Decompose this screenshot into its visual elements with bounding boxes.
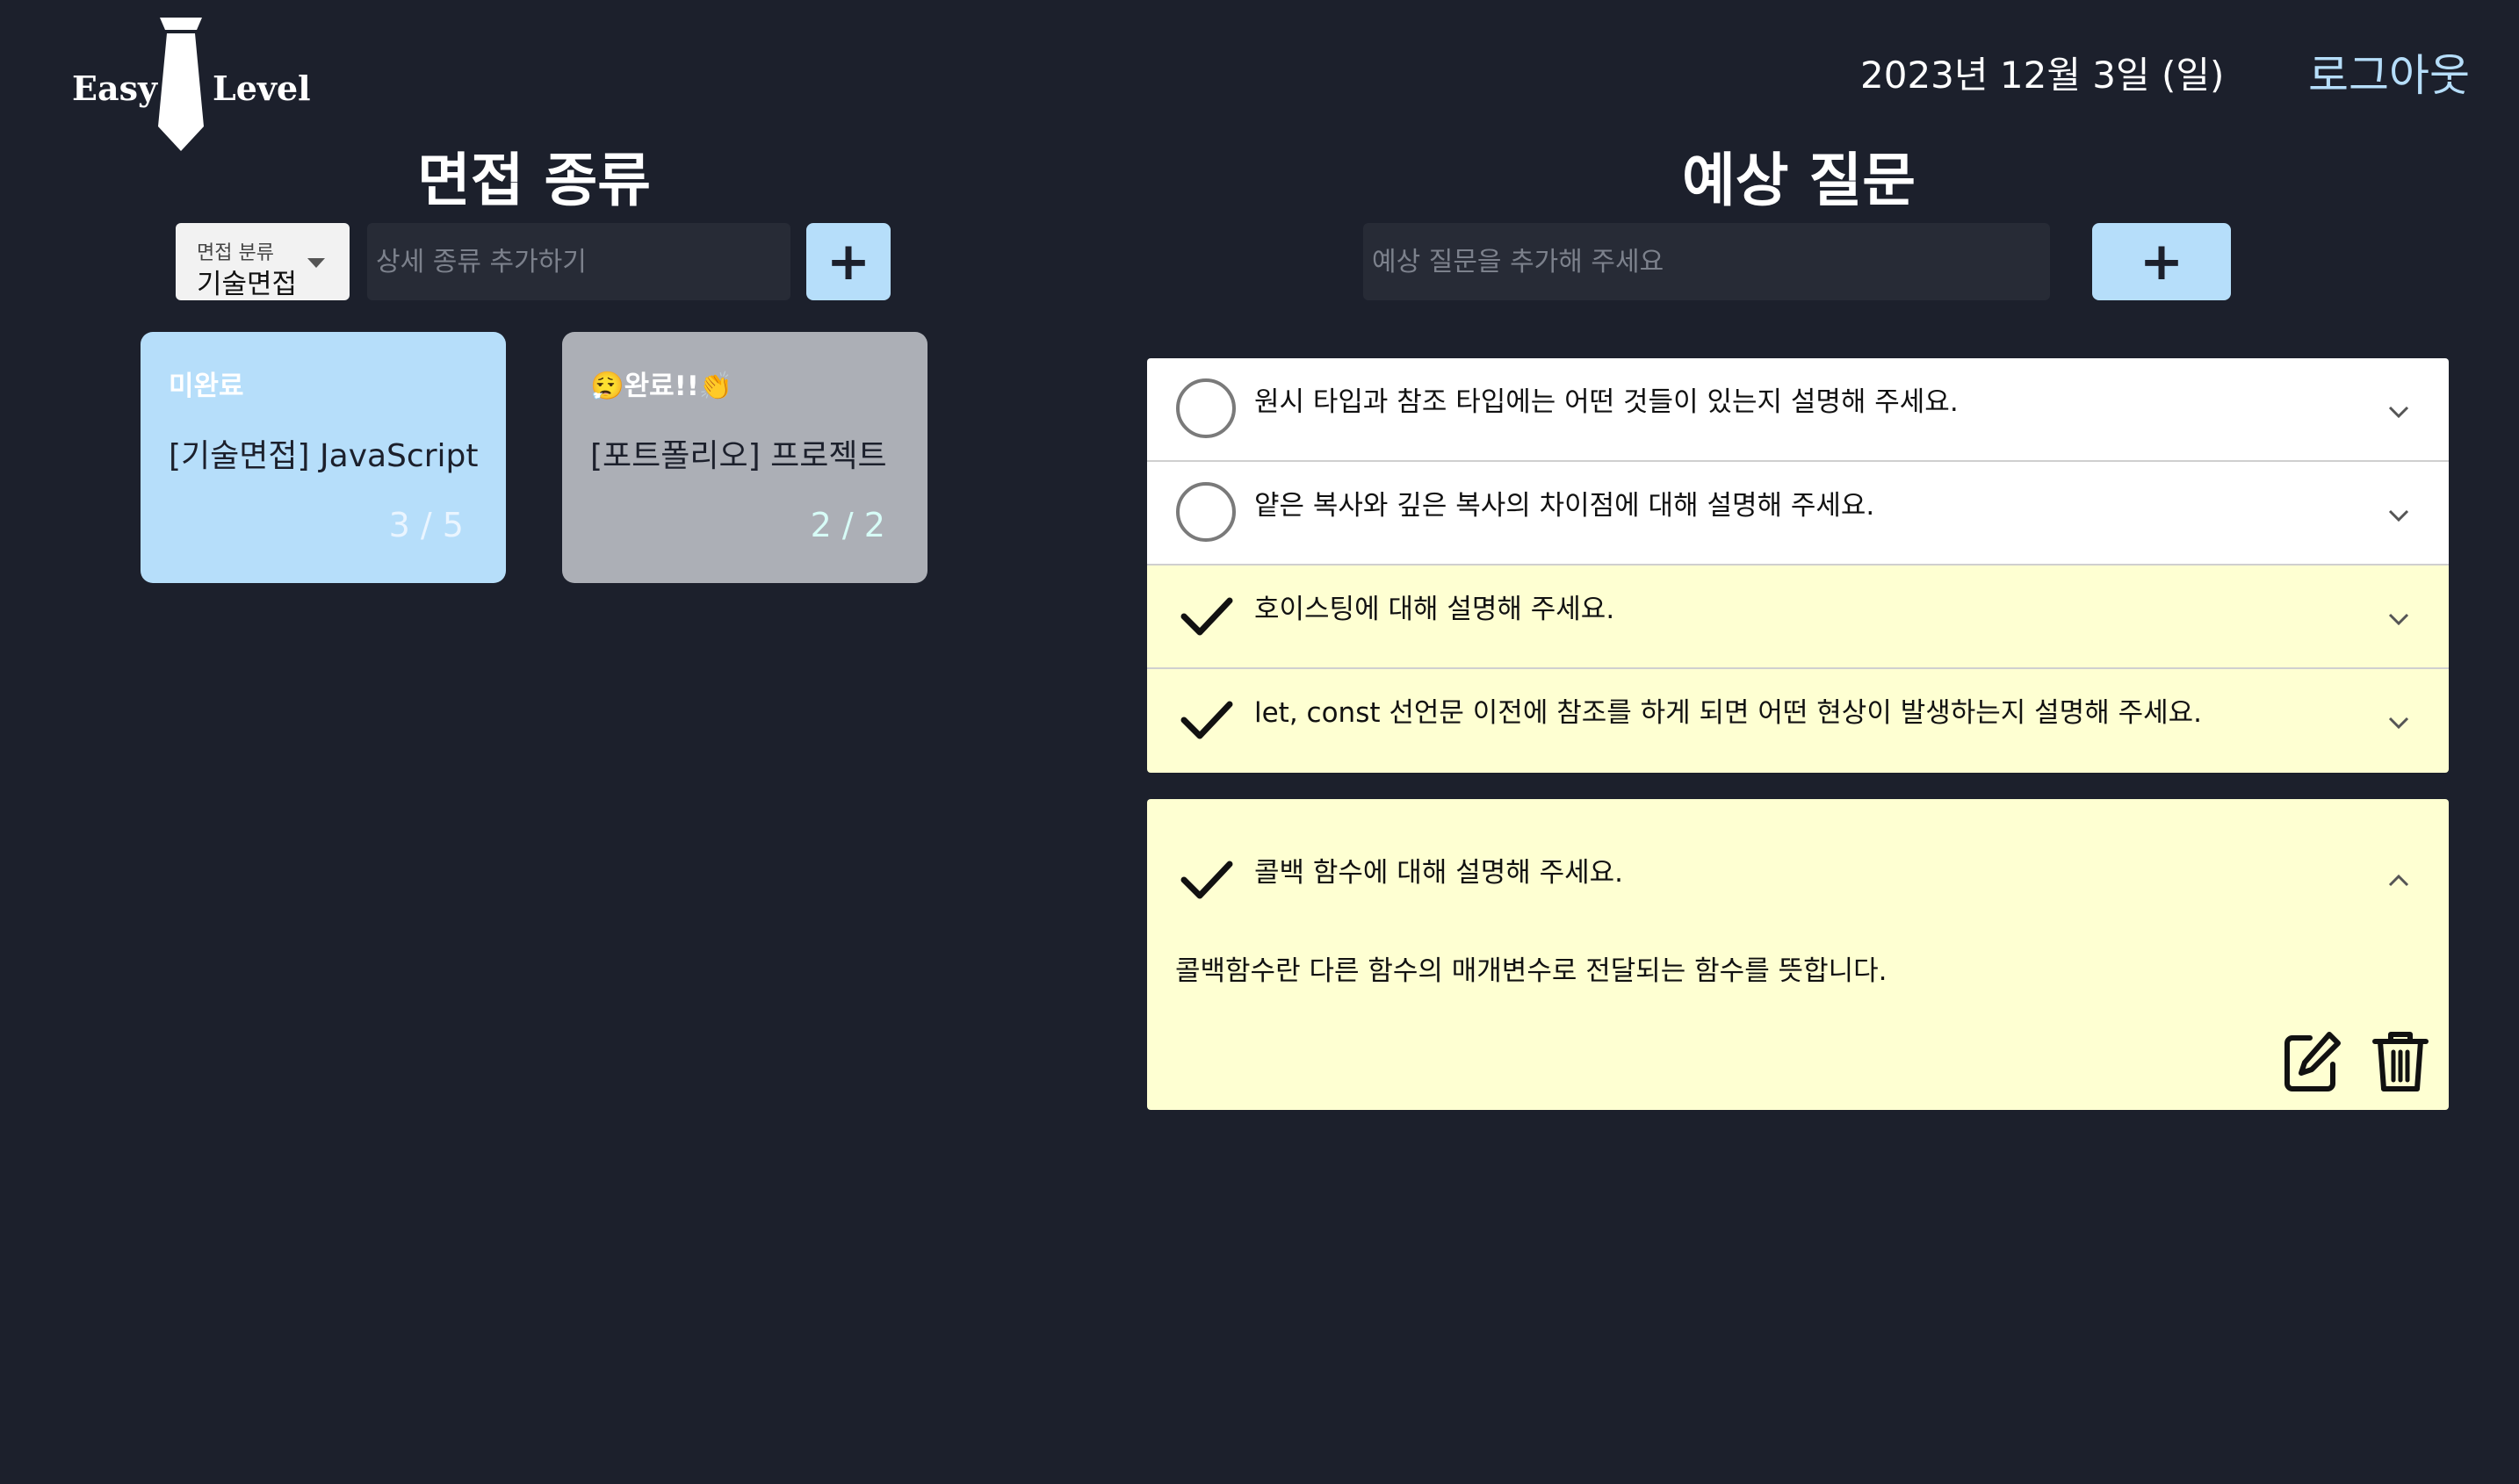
logout-link[interactable]: 로그아웃 (2308, 40, 2470, 104)
question-input[interactable] (1363, 223, 2050, 300)
card-status: 미완료 (169, 371, 244, 402)
question-text: 호이스팅에 대해 설명해 주세요. (1254, 594, 1615, 625)
add-question-button[interactable]: + (2092, 223, 2231, 300)
question-text: 얕은 복사와 깊은 복사의 차이점에 대해 설명해 주세요. (1254, 490, 1875, 522)
card-progress-count: 3 / 5 (388, 506, 464, 544)
question-list: 원시 타입과 참조 타입에는 어떤 것들이 있는지 설명해 주세요. 얕은 복사… (1147, 358, 2449, 773)
app-page: Easy Level 2023년 12월 3일 (일) 로그아웃 면접 종류 면… (0, 0, 2519, 1484)
question-row[interactable]: let, const 선언문 이전에 참조를 하게 되면 어떤 현상이 발생하는… (1147, 669, 2449, 773)
chevron-up-icon[interactable] (2385, 868, 2412, 894)
card-title: [기술면접] JavaScript (169, 438, 479, 474)
questions-title: 예상 질문 (1682, 147, 1916, 214)
category-select[interactable]: 면접 분류 기술면접 (176, 223, 350, 300)
add-detail-type-button[interactable]: + (806, 223, 891, 300)
tie-icon (158, 18, 204, 151)
interview-card[interactable]: 미완료 [기술면접] JavaScript 3 / 5 (141, 332, 506, 583)
question-text: let, const 선언문 이전에 참조를 하게 되면 어떤 현상이 발생하는… (1254, 697, 2202, 729)
logo-text-left: Easy (72, 68, 158, 108)
chevron-down-icon[interactable] (2385, 399, 2412, 425)
checkmark-icon[interactable] (1175, 848, 1237, 910)
unchecked-circle-icon[interactable] (1175, 481, 1237, 543)
chevron-down-icon[interactable] (2385, 502, 2412, 529)
trash-icon[interactable] (2370, 1029, 2431, 1094)
logo[interactable]: Easy Level (72, 18, 311, 151)
unchecked-circle-icon[interactable] (1175, 378, 1237, 439)
interview-types-title: 면접 종류 (417, 147, 651, 214)
question-row[interactable]: 원시 타입과 참조 타입에는 어떤 것들이 있는지 설명해 주세요. (1147, 358, 2449, 462)
current-date: 2023년 12월 3일 (일) (1860, 54, 2225, 97)
interview-card[interactable]: 😮‍💨완료!!👏 [포트폴리오] 프로젝트 2 / 2 (562, 332, 927, 583)
question-row[interactable]: 호이스팅에 대해 설명해 주세요. (1147, 566, 2449, 669)
expanded-question[interactable]: 콜백 함수에 대해 설명해 주세요. 콜백함수란 다른 함수의 매개변수로 전달… (1147, 799, 2449, 1110)
question-text: 원시 타입과 참조 타입에는 어떤 것들이 있는지 설명해 주세요. (1254, 386, 1959, 418)
card-status: 😮‍💨완료!!👏 (590, 371, 733, 402)
detail-type-input[interactable] (367, 223, 790, 300)
question-row[interactable]: 얕은 복사와 깊은 복사의 차이점에 대해 설명해 주세요. (1147, 462, 2449, 566)
question-text: 콜백 함수에 대해 설명해 주세요. (1254, 857, 1624, 889)
answer-text: 콜백함수란 다른 함수의 매개변수로 전달되는 함수를 뜻합니다. (1175, 955, 1887, 987)
logo-text-right: Level (213, 68, 311, 108)
edit-icon[interactable] (2280, 1029, 2342, 1094)
checkmark-icon[interactable] (1175, 585, 1237, 646)
checkmark-icon[interactable] (1175, 688, 1237, 750)
card-title: [포트폴리오] 프로젝트 (590, 438, 887, 474)
caret-down-icon (307, 258, 325, 268)
category-select-value: 기술면접 (197, 269, 298, 300)
chevron-down-icon[interactable] (2385, 710, 2412, 736)
card-progress-count: 2 / 2 (810, 506, 885, 544)
chevron-down-icon[interactable] (2385, 606, 2412, 632)
